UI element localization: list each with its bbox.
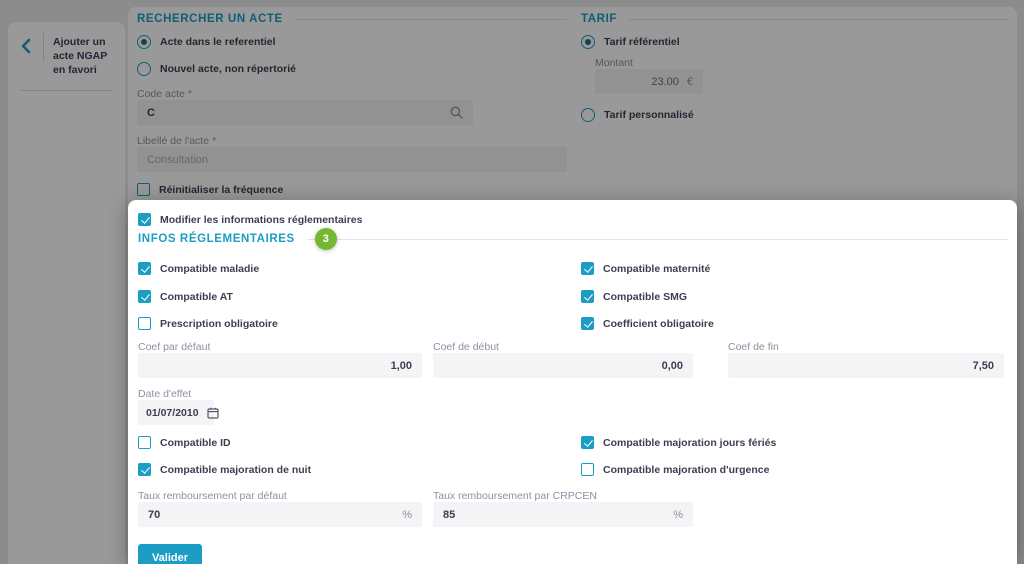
taux-crpcen-value: 85 [443, 508, 456, 521]
date-effet-label: Date d'effet [138, 388, 192, 400]
checkbox-compatible-smg-label: Compatible SMG [603, 290, 688, 303]
checkbox-compatible-smg-control[interactable] [581, 290, 594, 303]
taux-defaut-suffix: % [402, 508, 412, 521]
coef-fin-input[interactable]: 7,50 [728, 353, 1004, 378]
checkbox-compatible-at[interactable]: Compatible AT [138, 290, 233, 303]
checkbox-compatible-maladie-control[interactable] [138, 262, 151, 275]
coef-debut-label: Coef de début [433, 341, 499, 353]
checkbox-compatible-maternite-label: Compatible maternité [603, 262, 711, 275]
section-infos-header: INFOS RÉGLEMENTAIRES 3 [138, 227, 1008, 250]
checkbox-modifier-infos-label: Modifier les informations réglementaires [160, 213, 363, 226]
checkbox-coefficient-obligatoire-control[interactable] [581, 317, 594, 330]
date-effet-value: 01/07/2010 [146, 406, 199, 419]
app-window: Ajouter un acte NGAP en favori RECHERCHE… [0, 0, 1024, 564]
checkbox-majoration-urgence-control[interactable] [581, 463, 594, 476]
checkbox-majoration-jours-feries-label: Compatible majoration jours fériés [603, 436, 777, 449]
step-badge: 3 [314, 227, 337, 250]
checkbox-compatible-id[interactable]: Compatible ID [138, 436, 231, 449]
section-infos-rule: 3 [306, 227, 1008, 250]
calendar-icon[interactable] [206, 407, 219, 419]
checkbox-majoration-urgence[interactable]: Compatible majoration d'urgence [581, 463, 769, 476]
checkbox-compatible-id-control[interactable] [138, 436, 151, 449]
checkbox-compatible-id-label: Compatible ID [160, 436, 231, 449]
checkbox-compatible-maladie[interactable]: Compatible maladie [138, 262, 259, 275]
coef-fin-value: 7,50 [972, 359, 994, 372]
date-effet-input[interactable]: 01/07/2010 [138, 400, 219, 425]
checkbox-prescription-obligatoire-label: Prescription obligatoire [160, 317, 278, 330]
checkbox-modifier-infos[interactable]: Modifier les informations réglementaires [138, 213, 362, 226]
section-infos-title: INFOS RÉGLEMENTAIRES [138, 233, 295, 245]
checkbox-prescription-obligatoire[interactable]: Prescription obligatoire [138, 317, 278, 330]
coef-defaut-value: 1,00 [390, 359, 412, 372]
coef-defaut-label: Coef par défaut [138, 341, 211, 353]
checkbox-majoration-nuit[interactable]: Compatible majoration de nuit [138, 463, 311, 476]
checkbox-majoration-nuit-control[interactable] [138, 463, 151, 476]
checkbox-compatible-at-control[interactable] [138, 290, 151, 303]
checkbox-compatible-maternite[interactable]: Compatible maternité [581, 262, 710, 275]
coef-defaut-input[interactable]: 1,00 [138, 353, 422, 378]
coef-fin-label: Coef de fin [728, 341, 779, 353]
checkbox-majoration-jours-feries-control[interactable] [581, 436, 594, 449]
checkbox-majoration-urgence-label: Compatible majoration d'urgence [603, 463, 770, 476]
infos-reglementaires-panel: Modifier les informations réglementaires… [128, 200, 1017, 564]
checkbox-majoration-jours-feries[interactable]: Compatible majoration jours fériés [581, 436, 776, 449]
taux-defaut-label: Taux remboursement par défaut [138, 490, 287, 502]
checkbox-compatible-maladie-label: Compatible maladie [160, 262, 260, 275]
taux-defaut-input[interactable]: 70 % [138, 502, 422, 527]
taux-defaut-value: 70 [148, 508, 161, 521]
checkbox-compatible-at-label: Compatible AT [160, 290, 233, 303]
checkbox-modifier-infos-control[interactable] [138, 213, 151, 226]
checkbox-compatible-maternite-control[interactable] [581, 262, 594, 275]
taux-crpcen-input[interactable]: 85 % [433, 502, 693, 527]
checkbox-compatible-smg[interactable]: Compatible SMG [581, 290, 687, 303]
taux-crpcen-suffix: % [673, 508, 683, 521]
coef-debut-input[interactable]: 0,00 [433, 353, 693, 378]
checkbox-prescription-obligatoire-control[interactable] [138, 317, 151, 330]
coef-debut-value: 0,00 [661, 359, 683, 372]
checkbox-coefficient-obligatoire-label: Coefficient obligatoire [603, 317, 714, 330]
checkbox-coefficient-obligatoire[interactable]: Coefficient obligatoire [581, 317, 714, 330]
checkbox-majoration-nuit-label: Compatible majoration de nuit [160, 463, 312, 476]
taux-crpcen-label: Taux remboursement par CRPCEN [433, 490, 597, 502]
valider-button[interactable]: Valider [138, 544, 202, 564]
